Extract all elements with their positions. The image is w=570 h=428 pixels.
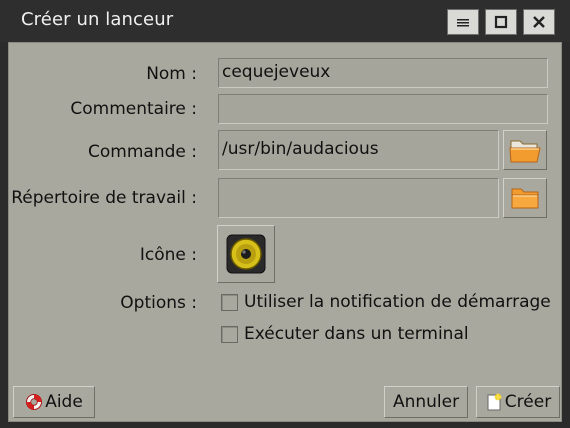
choose-icon-button[interactable] xyxy=(217,225,275,283)
terminal-checkbox[interactable] xyxy=(221,325,238,343)
startup-notify-checkbox[interactable] xyxy=(221,293,238,311)
terminal-label: Exécuter dans un terminal xyxy=(244,324,469,344)
name-field[interactable]: cequejeveux xyxy=(218,58,548,88)
close-icon xyxy=(533,16,545,28)
maximize-icon xyxy=(494,15,508,29)
speaker-icon xyxy=(226,234,266,274)
name-label: Nom : xyxy=(146,64,197,84)
lifebuoy-icon xyxy=(26,394,43,410)
new-document-icon xyxy=(487,393,502,411)
minimize-icon xyxy=(457,19,469,27)
create-button-label: Créer xyxy=(504,392,552,412)
terminal-option[interactable]: Exécuter dans un terminal xyxy=(221,322,469,346)
close-button[interactable] xyxy=(523,9,555,35)
comment-label: Commentaire : xyxy=(70,99,197,119)
cancel-button-label: Annuler xyxy=(392,392,460,412)
create-button[interactable]: Créer xyxy=(476,386,560,418)
command-field[interactable]: /usr/bin/audacious xyxy=(218,130,499,170)
workdir-label: Répertoire de travail : xyxy=(11,188,197,208)
minimize-button[interactable] xyxy=(447,9,479,35)
folder-icon xyxy=(511,188,539,209)
maximize-button[interactable] xyxy=(485,9,517,35)
help-button[interactable]: Aide xyxy=(13,386,95,418)
workdir-field[interactable] xyxy=(218,178,499,218)
startup-notify-label: Utiliser la notification de démarrage xyxy=(244,292,551,312)
titlebar[interactable]: Créer un lanceur xyxy=(0,0,570,42)
dialog-window: Créer un lanceur Nom : cequejeveux Comme… xyxy=(0,0,570,428)
icon-label: Icône : xyxy=(139,245,197,265)
startup-notify-option[interactable]: Utiliser la notification de démarrage xyxy=(221,290,551,314)
cancel-button[interactable]: Annuler xyxy=(384,386,468,418)
dialog-body: Nom : cequejeveux Commentaire : Commande… xyxy=(8,42,562,422)
help-button-label: Aide xyxy=(45,392,83,412)
comment-field[interactable] xyxy=(218,94,548,124)
browse-workdir-button[interactable] xyxy=(503,178,547,218)
folder-open-icon xyxy=(509,140,541,163)
command-label: Commande : xyxy=(88,142,197,162)
options-label: Options : xyxy=(120,293,197,313)
window-title: Créer un lanceur xyxy=(21,9,174,30)
browse-command-button[interactable] xyxy=(503,130,547,170)
